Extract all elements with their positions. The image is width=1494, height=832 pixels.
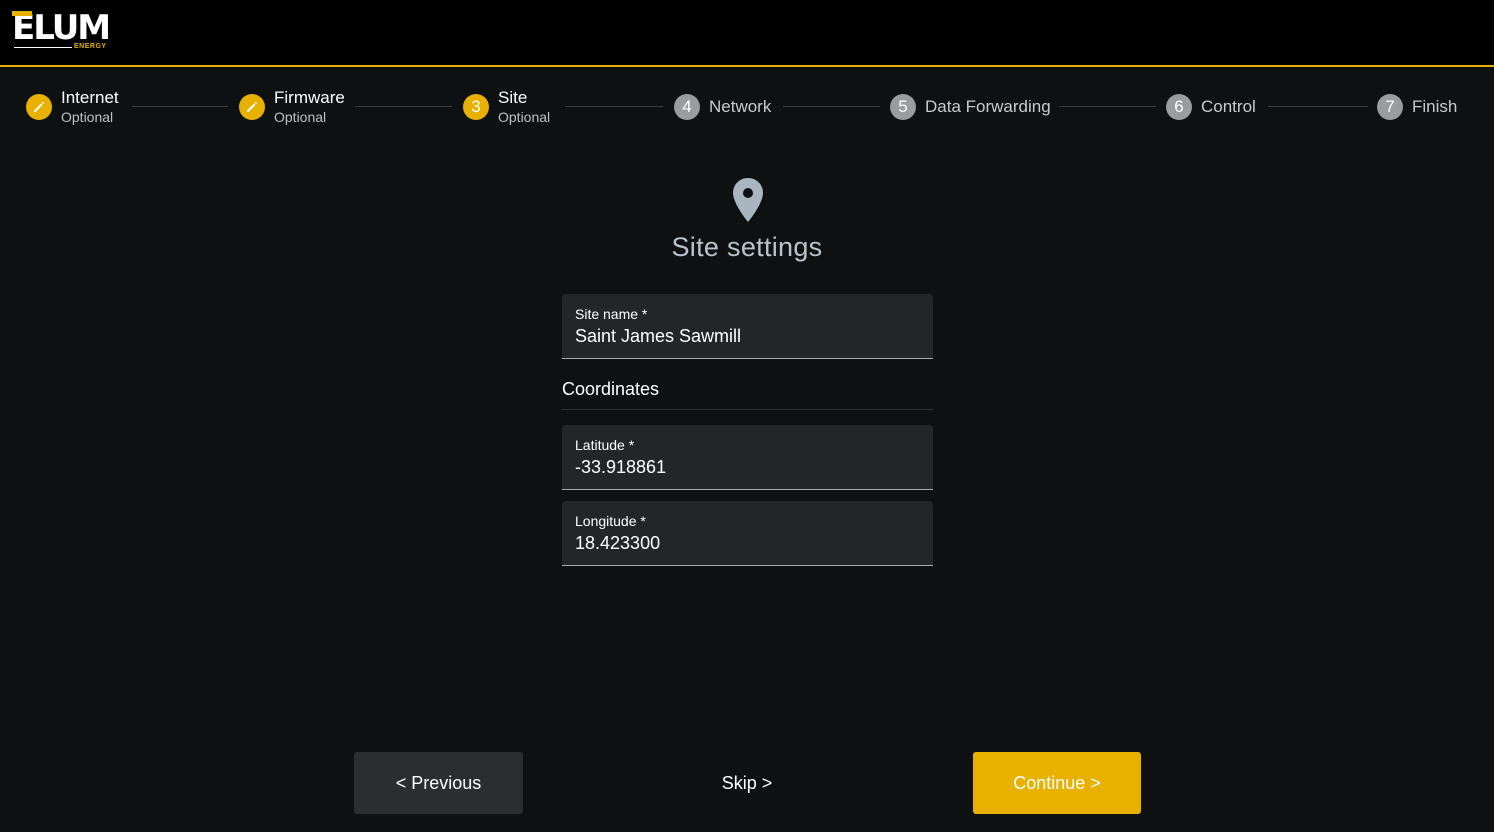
pencil-icon xyxy=(239,94,265,120)
step-internet[interactable]: Internet Optional xyxy=(26,82,119,132)
latitude-label: Latitude * xyxy=(575,437,635,453)
step-connector xyxy=(783,106,880,107)
step-firmware[interactable]: Firmware Optional xyxy=(239,82,345,132)
step-optional: Optional xyxy=(498,109,551,125)
step-label: Data Forwarding xyxy=(925,97,1051,116)
step-connector xyxy=(1059,106,1156,107)
step-label: Control xyxy=(1201,97,1256,116)
step-label: Internet xyxy=(61,88,119,107)
step-number-badge: 5 xyxy=(890,94,916,120)
longitude-field[interactable]: Longitude * xyxy=(562,501,933,566)
step-label: Network xyxy=(709,97,772,116)
step-network[interactable]: 4 Network xyxy=(674,82,771,132)
map-pin-icon xyxy=(733,178,763,222)
step-connector xyxy=(132,106,228,107)
site-name-field[interactable]: Site name * xyxy=(562,294,933,359)
setup-stepper: Internet Optional Firmware Optional 3 Si… xyxy=(0,82,1494,132)
page-title: Site settings xyxy=(671,232,823,262)
site-name-input[interactable] xyxy=(575,326,915,347)
step-number-badge: 3 xyxy=(463,94,489,120)
site-name-label: Site name * xyxy=(575,306,648,322)
step-data-forwarding[interactable]: 5 Data Forwarding xyxy=(890,82,1051,132)
coordinates-heading: Coordinates xyxy=(562,379,933,410)
step-number-badge: 7 xyxy=(1377,94,1403,120)
step-connector xyxy=(1268,106,1368,107)
step-connector xyxy=(565,106,663,107)
step-optional: Optional xyxy=(274,109,327,125)
continue-button[interactable]: Continue > xyxy=(973,752,1141,814)
step-number-badge: 4 xyxy=(674,94,700,120)
top-bar: ELUM ENERGY xyxy=(0,0,1494,67)
step-control[interactable]: 6 Control xyxy=(1166,82,1256,132)
previous-button[interactable]: < Previous xyxy=(354,752,523,814)
latitude-input[interactable] xyxy=(575,457,915,478)
longitude-label: Longitude * xyxy=(575,513,646,529)
longitude-input[interactable] xyxy=(575,533,915,554)
step-label: Site xyxy=(498,88,528,107)
step-label: Finish xyxy=(1412,97,1458,116)
step-optional: Optional xyxy=(61,109,114,125)
skip-button[interactable]: Skip > xyxy=(682,752,812,814)
step-connector xyxy=(355,106,452,107)
step-site[interactable]: 3 Site Optional xyxy=(463,82,550,132)
latitude-field[interactable]: Latitude * xyxy=(562,425,933,490)
step-finish[interactable]: 7 Finish xyxy=(1377,82,1457,132)
elum-logo: ELUM ENERGY xyxy=(12,8,111,50)
step-number-badge: 6 xyxy=(1166,94,1192,120)
step-label: Firmware xyxy=(274,88,345,107)
pencil-icon xyxy=(26,94,52,120)
